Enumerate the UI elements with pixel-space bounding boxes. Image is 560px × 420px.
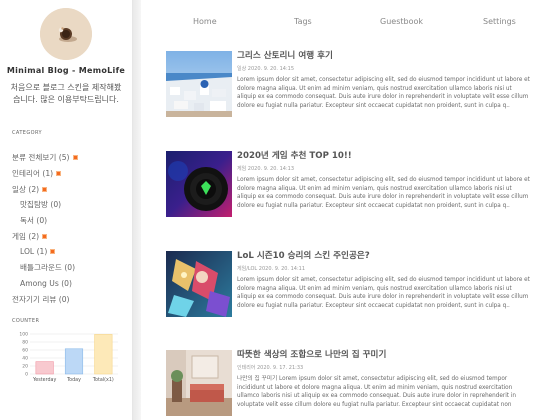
category-item-lol[interactable]: LOL (1) (12, 244, 130, 260)
post-thumbnail[interactable] (166, 350, 232, 416)
coffee-cup-icon (40, 8, 92, 60)
lol-artwork-icon (166, 251, 232, 317)
category-label: 전자기기 리뷰 (0) (12, 294, 70, 304)
category-item-among-us[interactable]: Among Us (0) (12, 276, 130, 292)
new-badge-icon (42, 233, 48, 239)
nav-tags[interactable]: Tags (294, 17, 312, 26)
post-excerpt: Lorem ipsum dolor sit amet, consectetur … (237, 177, 530, 209)
new-badge-icon (56, 171, 62, 177)
category-item-games[interactable]: 게임 (2) (12, 228, 130, 244)
chart-y-tick-label: 60 (22, 348, 28, 354)
chart-bar-today (64, 348, 84, 375)
nav-home[interactable]: Home (193, 17, 217, 26)
post-body: 따뜻한 색상의 조합으로 나만의 집 꾸미기 인테리어 2020. 9. 17.… (237, 350, 531, 409)
main-content: Home Tags Guestbook Settings 그리스 산토리니 여행… (141, 0, 560, 420)
category-label: Among Us (0) (20, 278, 72, 288)
category-label: 인테리어 (1) (12, 169, 54, 179)
chart-x-tick-label: Yesterday (32, 377, 56, 383)
counter-heading: COUNTER (12, 318, 40, 324)
category-heading: CATEGORY (12, 130, 42, 136)
post-item[interactable]: 따뜻한 색상의 조합으로 나만의 집 꾸미기 인테리어 2020. 9. 17.… (166, 350, 536, 420)
post-body: 2020년 게임 추천 TOP 10!! 게임 2020. 9. 20. 14:… (237, 151, 531, 210)
post-meta: 게임 2020. 9. 20. 14:13 (237, 166, 295, 172)
post-title[interactable]: 2020년 게임 추천 TOP 10!! (237, 151, 531, 162)
category-label: 게임 (2) (12, 231, 40, 241)
post-body: LoL 시즌10 승리의 스킨 주인공은? 게임/LOL 2020. 9. 20… (237, 251, 531, 310)
category-label: LOL (1) (20, 247, 48, 257)
category-label: 맛집탐방 (0) (20, 200, 62, 210)
category-label: 독서 (0) (20, 216, 48, 226)
chart-x-tick-label: Total(x1) (92, 377, 114, 383)
new-badge-icon (50, 249, 56, 255)
post-item[interactable]: 2020년 게임 추천 TOP 10!! 게임 2020. 9. 20. 14:… (166, 151, 536, 221)
category-item-all[interactable]: 분류 전체보기 (5) (12, 150, 130, 166)
post-excerpt: Lorem ipsum dolor sit amet, consectetur … (237, 277, 530, 309)
chart-y-tick-label: 20 (22, 364, 28, 370)
gaming-headset-photo-icon (166, 151, 232, 217)
blog-title[interactable]: Minimal Blog - MemoLife (0, 66, 132, 75)
post-title[interactable]: 그리스 산토리니 여행 후기 (237, 51, 531, 62)
post-excerpt: 나만의 집 꾸미기 Lorem ipsum dolor sit amet, co… (237, 376, 517, 408)
post-title[interactable]: LoL 시즌10 승리의 스킨 주인공은? (237, 251, 531, 262)
nav-settings[interactable]: Settings (483, 17, 516, 26)
category-item-restaurants[interactable]: 맛집탐방 (0) (12, 197, 130, 213)
category-item-electronics[interactable]: 전자기기 리뷰 (0) (12, 291, 130, 307)
chart-y-tick-label: 40 (22, 356, 28, 362)
nav-guestbook[interactable]: Guestbook (380, 17, 423, 26)
chart-y-tick-label: 0 (25, 372, 28, 378)
post-thumbnail[interactable] (166, 51, 232, 117)
post-title[interactable]: 따뜻한 색상의 조합으로 나만의 집 꾸미기 (237, 350, 531, 361)
category-label: 일상 (2) (12, 184, 40, 194)
avatar[interactable] (40, 8, 92, 60)
post-thumbnail[interactable] (166, 251, 232, 317)
sidebar-divider (133, 0, 141, 420)
category-item-battlegrounds[interactable]: 배틀그라운드 (0) (12, 260, 130, 276)
sidebar: Minimal Blog - MemoLife 처음으로 블로그 스킨을 제작해… (0, 0, 133, 420)
new-badge-icon (42, 186, 48, 192)
visitor-counter-chart: 0 20 40 60 80 100 Yesterday Today Total(x1) (19, 332, 118, 383)
category-item-reading[interactable]: 독서 (0) (12, 213, 130, 229)
santorini-photo-icon (166, 51, 232, 117)
chart-y-tick-label: 80 (22, 340, 28, 346)
post-thumbnail[interactable] (166, 151, 232, 217)
new-badge-icon (72, 155, 78, 161)
post-meta: 일상 2020. 9. 20. 14:15 (237, 66, 295, 72)
blog-description: 처음으로 블로그 스킨을 제작해봤습니다. 많은 이용부탁드립니다. (10, 83, 122, 104)
post-body: 그리스 산토리니 여행 후기 일상 2020. 9. 20. 14:15 Lor… (237, 51, 531, 110)
category-item-interior[interactable]: 인테리어 (1) (12, 166, 130, 182)
post-excerpt: Lorem ipsum dolor sit amet, consectetur … (237, 77, 530, 109)
chart-x-tick-label: Today (66, 377, 81, 383)
post-item[interactable]: LoL 시즌10 승리의 스킨 주인공은? 게임/LOL 2020. 9. 20… (166, 251, 536, 321)
chart-bar-total-x1- (94, 334, 113, 375)
category-list: 분류 전체보기 (5) 인테리어 (1) 일상 (2) 맛집탐방 (0) 독서 … (12, 150, 130, 307)
interior-room-photo-icon (166, 350, 232, 416)
category-item-daily[interactable]: 일상 (2) (12, 181, 130, 197)
chart-bar-yesterday (35, 361, 54, 375)
chart-y-tick-label: 100 (19, 332, 28, 338)
category-label: 분류 전체보기 (5) (12, 153, 70, 163)
post-item[interactable]: 그리스 산토리니 여행 후기 일상 2020. 9. 20. 14:15 Lor… (166, 51, 536, 121)
post-meta: 인테리어 2020. 9. 17. 21:33 (237, 365, 304, 371)
top-nav: Home Tags Guestbook Settings (141, 17, 560, 29)
category-label: 배틀그라운드 (0) (20, 263, 76, 273)
post-meta: 게임/LOL 2020. 9. 20. 14:11 (237, 266, 306, 272)
